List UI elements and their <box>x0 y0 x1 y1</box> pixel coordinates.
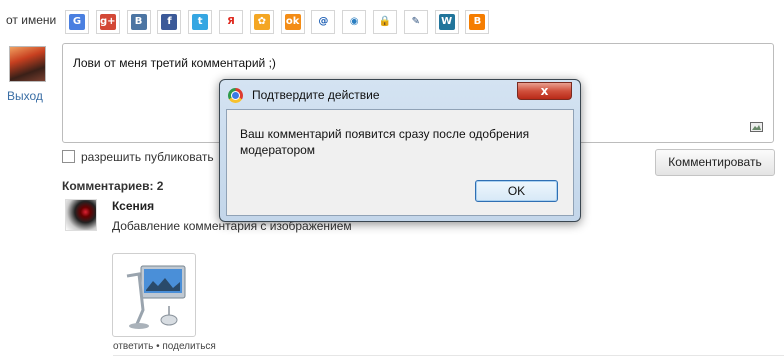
confirm-dialog: Подтвердите действие x Ваш комментарий п… <box>219 79 581 222</box>
commenter-avatar <box>65 199 97 231</box>
rambler-icon: ◉ <box>346 14 363 30</box>
mail-agent-login-button[interactable]: ✿ <box>249 10 274 34</box>
mail-agent-icon: ✿ <box>253 14 270 30</box>
google-icon: G <box>69 14 85 30</box>
google-plus-icon: g+ <box>99 14 116 30</box>
facebook-login-button[interactable]: f <box>157 10 182 34</box>
odnoklassniki-icon: ok <box>284 14 301 30</box>
comments-count: Комментариев: 2 <box>62 179 164 193</box>
divider <box>113 355 784 356</box>
attached-image-thumbnail[interactable] <box>112 253 196 337</box>
twitter-icon: t <box>192 14 209 30</box>
user-avatar <box>9 46 46 82</box>
odnoklassniki-login-button[interactable]: ok <box>280 10 305 34</box>
chrome-icon <box>228 88 243 103</box>
computer-illustration-icon <box>126 265 186 329</box>
mail-ru-icon: @ <box>315 14 332 30</box>
image-attach-icon[interactable] <box>750 122 763 132</box>
wordpress-icon: W <box>438 14 455 30</box>
dialog-body: Ваш комментарий появится сразу после одо… <box>226 109 574 216</box>
dialog-ok-button[interactable]: OK <box>475 180 558 202</box>
lock-icon: 🔒 <box>377 14 393 30</box>
logout-link[interactable]: Выход <box>7 89 43 103</box>
yandex-icon: Я <box>223 14 239 30</box>
allow-publish-checkbox[interactable] <box>62 150 75 163</box>
commenter-name[interactable]: Ксения <box>112 199 154 213</box>
vkontakte-icon: B <box>130 14 147 30</box>
comment-input-text: Лови от меня третий комментарий ;) <box>73 56 276 70</box>
dialog-message: Ваш комментарий появится сразу после одо… <box>240 127 530 157</box>
vkontakte-login-button[interactable]: B <box>126 10 151 34</box>
allow-publish-label: разрешить публиковать <box>81 150 214 164</box>
livejournal-login-button[interactable]: ✎ <box>403 10 428 34</box>
lock-login-button[interactable]: 🔒 <box>373 10 397 34</box>
facebook-icon: f <box>161 14 178 30</box>
google-plus-login-button[interactable]: g+ <box>95 10 120 34</box>
dialog-close-button[interactable]: x <box>517 82 572 100</box>
submit-comment-button[interactable]: Комментировать <box>655 149 775 176</box>
blogger-login-button[interactable]: B <box>465 10 490 34</box>
blogger-icon: B <box>469 14 486 30</box>
rambler-login-button[interactable]: ◉ <box>342 10 367 34</box>
mail-ru-login-button[interactable]: @ <box>311 10 336 34</box>
from-label: от имени <box>6 13 57 27</box>
yandex-login-button[interactable]: Я <box>219 10 243 34</box>
twitter-login-button[interactable]: t <box>188 10 213 34</box>
dialog-title: Подтвердите действие <box>252 88 380 102</box>
google-login-button[interactable]: G <box>65 10 89 34</box>
comment-actions[interactable]: ответить • поделиться <box>113 341 216 352</box>
livejournal-icon: ✎ <box>407 14 424 30</box>
wordpress-login-button[interactable]: W <box>434 10 459 34</box>
